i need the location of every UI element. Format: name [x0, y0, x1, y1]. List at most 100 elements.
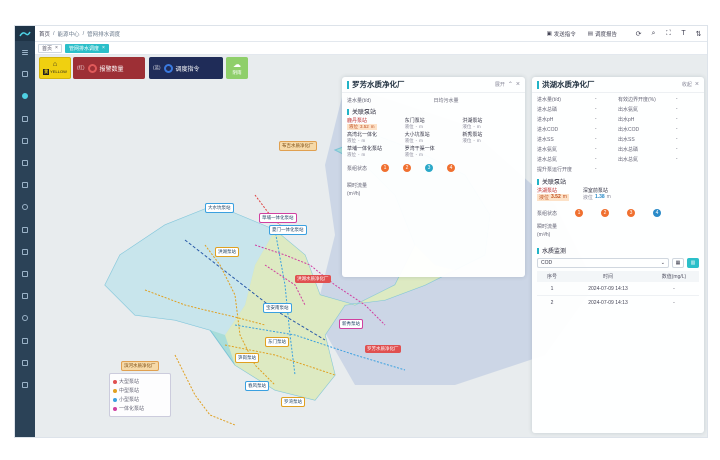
- info-icon[interactable]: [15, 352, 35, 374]
- database-icon[interactable]: [15, 263, 35, 285]
- collapse-button[interactable]: 收起: [682, 81, 692, 88]
- station-label-dashuikeng[interactable]: 大水坑泵站: [205, 203, 234, 213]
- station-cell[interactable]: 洪湖泵站 液位 3.52 m: [537, 187, 569, 201]
- station-name: 鹿丹泵站: [347, 118, 368, 124]
- report-icon[interactable]: [15, 152, 35, 174]
- table-row[interactable]: 2 2024-07-09 14:13 -: [537, 296, 699, 310]
- plant-panel-luofang: 罗芳水质净化厂 展开 ⌃ × 进水量(t/d) 日均污水量 关联泵站 鹿丹泵站液…: [342, 77, 525, 277]
- tools-icon[interactable]: [15, 329, 35, 351]
- station-cell[interactable]: 草埔一体化泵站 液位 - m: [347, 145, 405, 158]
- station-label-sungang[interactable]: 笋岗泵站: [235, 353, 259, 363]
- metric-label: 进水氨氮: [537, 146, 558, 153]
- station-label-caopu[interactable]: 草埔一体化泵站: [259, 213, 297, 223]
- monitor-icon[interactable]: [15, 108, 35, 130]
- pump-indicator[interactable]: 2: [601, 209, 610, 217]
- menu-toggle-icon[interactable]: [15, 41, 35, 63]
- settings-icon[interactable]: [15, 196, 35, 218]
- dispatch-command-card[interactable]: (蓝) 调度指令: [149, 57, 223, 79]
- station-cell[interactable]: 新秀泵站 液位 - m: [462, 131, 520, 144]
- station-cell[interactable]: 罗湾干渠一体 液位 - m: [405, 145, 463, 158]
- map-legend: 大型泵站 中型泵站 小型泵站 一体化泵站: [109, 373, 171, 417]
- close-icon[interactable]: ×: [55, 45, 58, 51]
- pump-indicator[interactable]: 4: [653, 209, 662, 217]
- tab-home[interactable]: 首页 ×: [38, 43, 62, 53]
- station-name: 洪湖泵站: [462, 118, 483, 124]
- app-logo[interactable]: [15, 26, 35, 41]
- weather-card[interactable]: ☁ 阴雨: [226, 57, 248, 79]
- pump-indicator[interactable]: 4: [447, 164, 456, 172]
- close-icon[interactable]: ×: [695, 81, 699, 88]
- send-command-button[interactable]: ▣ 发送指令: [544, 29, 579, 39]
- dispatch-report-button[interactable]: ▤ 调度报告: [585, 29, 620, 39]
- layers-icon[interactable]: [15, 285, 35, 307]
- pump-indicator[interactable]: 1: [575, 209, 584, 217]
- level-unit: m: [419, 138, 423, 143]
- font-size-icon[interactable]: T: [679, 29, 688, 38]
- level-label: 液位: [539, 195, 550, 201]
- warning-level-card[interactable]: ⌂ 黄 YELLOW: [39, 57, 71, 79]
- station-cell[interactable]: 东门泵站 液位 - m: [405, 117, 463, 130]
- close-icon[interactable]: ×: [102, 45, 105, 51]
- station-label-xiamen[interactable]: 夏门一体化泵站: [269, 225, 307, 235]
- station-label-baoannan[interactable]: 宝安南泵站: [263, 303, 292, 313]
- user-icon[interactable]: [15, 307, 35, 329]
- indicator-select[interactable]: COD ⌄: [537, 258, 669, 268]
- breadcrumb-level2[interactable]: 能源中心: [58, 30, 80, 38]
- pump-indicator[interactable]: 2: [403, 164, 412, 172]
- chevron-icon[interactable]: ⌃: [508, 81, 513, 88]
- station-cell[interactable]: 洪湖泵站 液位 - m: [462, 117, 520, 130]
- station-cell[interactable]: 高湾北一体化 液位 - m: [347, 131, 405, 144]
- cloud-rain-icon: ☁: [233, 59, 241, 69]
- station-label-chunfeng[interactable]: 春风泵站: [245, 381, 269, 391]
- station-cell[interactable]: 深室前泵站 液位 1.38 m: [583, 187, 611, 201]
- chart-icon[interactable]: [15, 130, 35, 152]
- send-icon: ▣: [546, 30, 552, 37]
- station-label-xinxiu[interactable]: 新秀泵站: [339, 319, 363, 329]
- alarm-count-card[interactable]: (红) 报警数量: [73, 57, 145, 79]
- tab-drainage-dispatch[interactable]: 管网排水调度 ×: [64, 43, 109, 53]
- metric-label: 出水总磷: [618, 146, 639, 153]
- fullscreen-icon[interactable]: ⛶: [664, 29, 673, 38]
- expand-button[interactable]: 展开: [495, 81, 505, 88]
- level-value: -: [415, 138, 418, 143]
- language-icon[interactable]: ⇅: [694, 29, 703, 38]
- station-label-luowan[interactable]: 罗湾泵站: [281, 397, 305, 407]
- title-accent: [347, 80, 349, 89]
- bell-icon[interactable]: [15, 241, 35, 263]
- plant-label-binhe[interactable]: 滨河水质净化厂: [121, 361, 159, 371]
- search-icon[interactable]: ⌕: [649, 29, 658, 38]
- metric-label: 出水总氮: [618, 156, 639, 163]
- indicator-select-value: COD: [541, 260, 553, 266]
- file-icon[interactable]: [15, 219, 35, 241]
- task-icon[interactable]: [15, 174, 35, 196]
- water-quality-header: 水质监测: [537, 245, 699, 256]
- plant-label-luofang[interactable]: 罗芳水质净化厂: [365, 345, 401, 353]
- station-cell[interactable]: 大小坑泵站 液位 - m: [405, 131, 463, 144]
- plant-label-honghu[interactable]: 洪湖水质净化厂: [295, 275, 331, 283]
- plant-label-buji[interactable]: 布吉水质净化厂: [279, 141, 317, 151]
- close-icon[interactable]: ×: [516, 81, 520, 88]
- metric-label: 进水COD: [537, 126, 559, 133]
- home-icon[interactable]: [15, 63, 35, 85]
- panel-body: 进水量(t/d) 日均污水量 关联泵站 鹿丹泵站 液位 3.52 m 东门泵站 液位 - m…: [342, 93, 525, 200]
- breadcrumb-home[interactable]: 首页: [39, 30, 50, 38]
- station-grid: 鹿丹泵站 液位 3.52 m 东门泵站 液位 - m 洪湖泵站 液位 - m 高湾北一体化 液位 - m…: [347, 117, 520, 158]
- refresh-icon[interactable]: ⟳: [634, 29, 643, 38]
- dispatch-ring-icon: [163, 63, 173, 73]
- station-cell[interactable]: 鹿丹泵站 液位 3.52 m: [347, 117, 405, 130]
- table-view-icon[interactable]: ▦: [672, 258, 684, 268]
- metric-label: 进水总氮: [537, 156, 558, 163]
- chart-view-icon[interactable]: ▥: [687, 258, 699, 268]
- pump-indicator[interactable]: 3: [425, 164, 434, 172]
- map-view[interactable]: ⌂ 黄 YELLOW (红) 报警数量 (蓝) 调度指令 ☁ 阴雨 布吉水质净化厂…: [35, 55, 707, 437]
- level-value: 1.38: [594, 194, 605, 200]
- column-header: 序号: [546, 274, 557, 280]
- station-label-honghu[interactable]: 洪湖泵站: [215, 247, 239, 257]
- table-row[interactable]: 1 2024-07-09 14:13 -: [537, 282, 699, 296]
- pump-indicator[interactable]: 1: [381, 164, 390, 172]
- dispatch-icon[interactable]: [15, 85, 35, 107]
- exit-icon[interactable]: [15, 374, 35, 396]
- station-label-dongmen[interactable]: 东门泵站: [265, 337, 289, 347]
- pump-indicator[interactable]: 3: [627, 209, 636, 217]
- level-unit: m: [361, 152, 366, 157]
